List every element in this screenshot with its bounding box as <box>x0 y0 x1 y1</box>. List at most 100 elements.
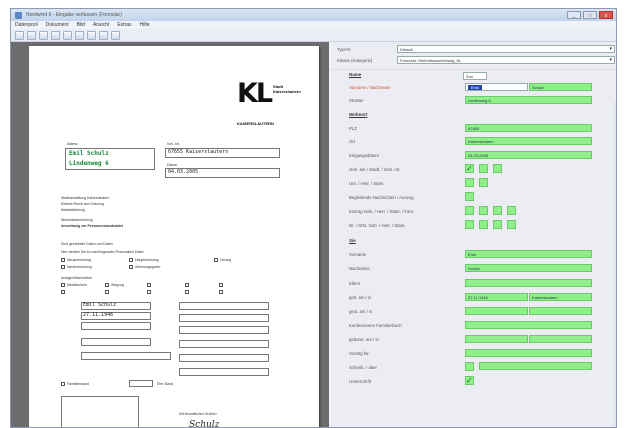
menu-extras[interactable]: Extras <box>117 22 131 28</box>
form-entry-pane: Typ/Art Default ▾ Klasse (Kategorie) Form… <box>331 42 616 427</box>
option-label: Umzug <box>220 258 232 262</box>
checkbox[interactable] <box>465 206 474 215</box>
nachname-field[interactable]: Schulz <box>529 83 592 91</box>
zoom-in-icon[interactable] <box>87 30 96 40</box>
gest-date-field[interactable] <box>465 307 528 315</box>
menu-hilfe[interactable]: Hilfe <box>140 22 150 28</box>
konf-field[interactable] <box>465 321 592 329</box>
aktenz-label: Aktenz. <box>67 142 79 146</box>
gebam2-date-field[interactable] <box>465 335 528 343</box>
anlagen-label: Anlagen/Nachweise <box>61 276 92 280</box>
checkbox[interactable]: ✓ <box>465 164 474 173</box>
checkbox[interactable] <box>507 220 516 229</box>
gebam-city-field[interactable]: Kaiserslautern <box>529 293 592 301</box>
vorname-field[interactable]: Emil <box>465 83 528 91</box>
eingang-field[interactable]: 04.03.2005 <box>465 151 592 159</box>
gebam-date-field[interactable]: 27.11.1946 <box>465 293 528 301</box>
checkbox <box>105 290 109 294</box>
hw-date: 04.03.2005 <box>168 169 199 175</box>
wohnort-section: Wohnort <box>349 112 368 117</box>
menu-datenpool[interactable]: Datenpool <box>15 22 38 28</box>
checkbox[interactable] <box>465 178 474 187</box>
field-box <box>129 380 153 387</box>
rotate-icon[interactable] <box>75 30 84 40</box>
checkbox[interactable] <box>479 220 488 229</box>
window-title: Nordwind II - Eingabe verfassen (Formula… <box>26 12 122 18</box>
checkbox[interactable] <box>507 206 516 215</box>
question-1: Sind gemeldete Daten und Daten <box>61 242 113 246</box>
toolbar <box>11 29 616 42</box>
prev-page-icon[interactable] <box>51 30 60 40</box>
field-box <box>81 338 151 346</box>
print-icon[interactable] <box>39 30 48 40</box>
sie-section: Sie <box>349 238 356 243</box>
next-page-icon[interactable] <box>63 30 72 40</box>
sie-vorname-label: Vorname <box>349 252 367 257</box>
schreib-label: Schreib. / aber <box>349 365 377 370</box>
typ-label: Typ/Art <box>337 47 351 52</box>
option-label: Wegzug <box>111 283 124 287</box>
checkbox[interactable] <box>479 164 488 173</box>
app-icon <box>15 11 22 19</box>
checkbox[interactable]: ✓ <box>465 376 474 385</box>
gebam2-label: geborer. am / in <box>349 337 379 342</box>
gest-city-field[interactable] <box>529 307 592 315</box>
klasse-select[interactable]: Formular: Wohnsitzanmeldung_KL ▾ <box>397 56 615 64</box>
checkbox <box>185 283 189 287</box>
checkbox[interactable] <box>493 206 502 215</box>
checkbox <box>147 290 151 294</box>
save-icon[interactable] <box>15 30 24 40</box>
addr-line-1: Stadtverwaltung Kaiserslautern <box>61 196 110 200</box>
geb1-label: Geb. am / Stadt. / Geb. ort <box>349 167 400 172</box>
option-label: Nebenwohnung <box>67 265 92 269</box>
sie-nachname-field[interactable]: Schulz <box>465 264 592 272</box>
fit-page-icon[interactable] <box>111 30 120 40</box>
open-icon[interactable] <box>27 30 36 40</box>
gest-label: gest. am / in <box>349 309 373 314</box>
menu-ansicht[interactable]: Ansicht <box>93 22 109 28</box>
typ-select[interactable]: Default ▾ <box>397 45 615 53</box>
logo-subtitle: Stadt Kaiserslautern <box>273 84 301 94</box>
close-button[interactable]: x <box>599 11 613 19</box>
signature: Schulz <box>189 420 220 428</box>
strasse-label: Strasse <box>349 98 364 103</box>
vorstr-label: Vorstrg für <box>349 351 369 356</box>
checkbox <box>61 290 65 294</box>
checkbox[interactable] <box>493 220 502 229</box>
sie-vorname-field[interactable]: Emil <box>465 250 592 258</box>
checkbox[interactable] <box>465 362 474 371</box>
ehe-stand-label: Ehe Stand <box>157 382 174 386</box>
checkbox[interactable] <box>479 178 488 187</box>
name-section: Name <box>349 72 362 77</box>
ort-field[interactable]: Kaiserslautern <box>465 137 592 145</box>
klasse-label: Klasse (Kategorie) <box>337 58 373 63</box>
vorstr-field[interactable] <box>465 349 592 357</box>
eltern-field[interactable] <box>465 279 592 287</box>
zoom-out-icon[interactable] <box>99 30 108 40</box>
checkbox[interactable] <box>479 206 488 215</box>
menu-dokument[interactable]: Dokument <box>46 22 69 28</box>
minimize-button[interactable]: _ <box>567 11 581 19</box>
checkbox[interactable] <box>465 192 474 201</box>
strasse-field[interactable]: Lindenweg 6 <box>465 96 592 104</box>
document-viewer[interactable]: KL Stadt Kaiserslautern KAISERSLAUTERN Ak… <box>11 42 329 428</box>
checkbox <box>185 290 189 294</box>
gebam-label: geb. am / in <box>349 295 372 300</box>
menu-bild[interactable]: Bild <box>77 22 85 28</box>
checkbox[interactable] <box>493 164 502 173</box>
plz-field[interactable]: 67655 <box>465 124 592 132</box>
logo-line: KAISERSLAUTERN <box>237 121 274 126</box>
question-2: Hier werden Sie im nachfolgenden Persona… <box>61 250 145 254</box>
hw-vorl: 67655 Kaiserslautern <box>168 149 229 155</box>
datum-label: Datum <box>167 163 178 167</box>
option-label: Neuanmeldung <box>67 258 91 262</box>
maximize-button[interactable]: □ <box>583 11 597 19</box>
gebam2-city-field[interactable] <box>529 335 592 343</box>
name-tag-field[interactable]: Zurl <box>463 72 487 80</box>
schreib-field[interactable] <box>479 362 592 370</box>
form-scrollbar[interactable] <box>613 102 616 427</box>
option-label: Hauptwohnung <box>135 258 159 262</box>
konf-label: Konfessionen Familienbuch <box>349 323 402 328</box>
remarks-box <box>61 396 139 427</box>
checkbox[interactable] <box>465 220 474 229</box>
